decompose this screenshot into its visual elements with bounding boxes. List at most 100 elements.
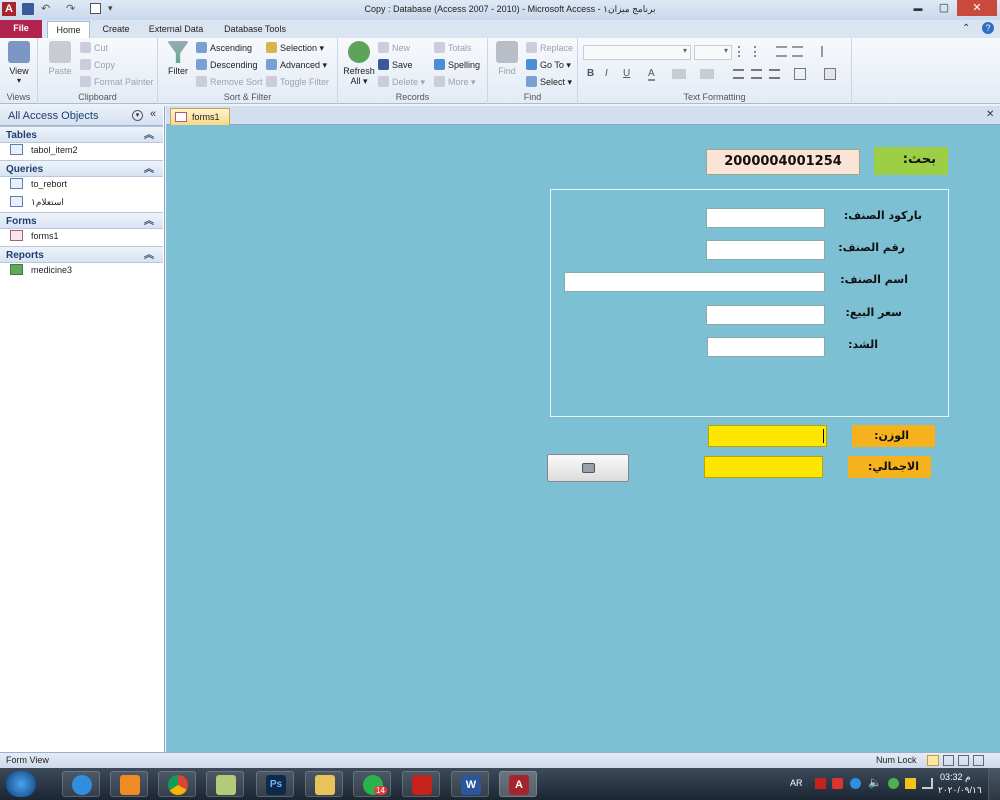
outdent-icon[interactable] <box>792 46 803 57</box>
numbering-icon[interactable] <box>754 46 765 57</box>
italic-button[interactable]: I <box>605 68 608 79</box>
go-to-button[interactable]: Go To ▾ <box>526 58 571 72</box>
form-view-icon[interactable] <box>927 755 939 766</box>
pack-field[interactable] <box>707 337 825 357</box>
minimize-button[interactable]: ▬ <box>905 0 931 16</box>
spelling-button[interactable]: Spelling <box>434 58 480 72</box>
paragraph-direction-icon[interactable] <box>812 46 823 57</box>
gridlines-icon[interactable] <box>794 68 806 80</box>
access-app-icon[interactable]: A <box>2 2 16 16</box>
toggle-filter-button[interactable]: Toggle Filter <box>266 75 329 89</box>
tray-app-icon[interactable] <box>832 778 843 789</box>
print-button[interactable] <box>547 454 629 482</box>
bullets-icon[interactable] <box>738 46 749 57</box>
font-name-select[interactable]: ▾ <box>583 45 691 60</box>
align-left-icon[interactable] <box>733 69 744 79</box>
taskbar-acrobat[interactable] <box>402 771 440 797</box>
highlight-color-icon[interactable] <box>672 69 686 79</box>
nav-item-to-rebort[interactable]: to_rebort <box>10 176 67 192</box>
descending-button[interactable]: Descending <box>196 58 258 72</box>
select-button[interactable]: Select ▾ <box>526 75 572 89</box>
total-field[interactable] <box>704 456 823 478</box>
cut-button[interactable]: Cut <box>80 41 108 55</box>
new-record-button[interactable]: New <box>378 41 410 55</box>
tray-flag-icon[interactable] <box>905 778 916 789</box>
find-button[interactable]: Find <box>492 41 522 76</box>
clock-date[interactable]: ٢٠٢٠/٠٩/١٦ <box>938 785 982 796</box>
replace-button[interactable]: Replace <box>526 41 573 55</box>
show-desktop-button[interactable] <box>988 768 1000 800</box>
nav-pane-menu-icon[interactable]: ▾ <box>132 110 143 121</box>
filter-button[interactable]: Filter <box>162 41 194 76</box>
layout-view-icon[interactable] <box>958 755 969 766</box>
design-view-icon[interactable] <box>973 755 984 766</box>
taskbar-access[interactable]: A <box>499 771 537 797</box>
weight-field[interactable] <box>708 425 827 447</box>
remove-sort-button[interactable]: Remove Sort <box>196 75 263 89</box>
tab-forms1[interactable]: forms1 <box>170 108 230 125</box>
language-indicator[interactable]: AR <box>790 778 803 788</box>
taskbar-explorer[interactable] <box>305 771 343 797</box>
quick-access-print-icon[interactable] <box>90 3 101 14</box>
barcode-field[interactable] <box>706 208 825 228</box>
quick-access-undo-icon[interactable]: ↶ <box>41 2 50 15</box>
taskbar-photoshop[interactable]: Ps <box>256 771 294 797</box>
align-center-icon[interactable] <box>751 69 762 79</box>
nav-section-tables[interactable]: Tables ︽ <box>0 126 163 143</box>
taskbar-notepad[interactable] <box>206 771 244 797</box>
help-icon[interactable]: ? <box>982 22 994 34</box>
ascending-button[interactable]: Ascending <box>196 41 252 55</box>
search-input[interactable]: 2000004001254 <box>706 149 860 175</box>
datasheet-view-icon[interactable] <box>943 755 954 766</box>
tray-update-icon[interactable] <box>888 778 899 789</box>
fill-color-icon[interactable] <box>700 69 714 79</box>
nav-section-forms[interactable]: Forms ︽ <box>0 212 163 229</box>
alternate-row-color-icon[interactable] <box>824 68 836 80</box>
nav-section-queries[interactable]: Queries ︽ <box>0 160 163 177</box>
taskbar-word[interactable]: W <box>451 771 489 797</box>
maximize-button[interactable]: ▢ <box>931 0 957 16</box>
taskbar-media-player[interactable] <box>110 771 148 797</box>
indent-icon[interactable] <box>776 46 787 57</box>
advanced-button[interactable]: Advanced ▾ <box>266 58 327 72</box>
item-number-field[interactable] <box>706 240 825 260</box>
close-document-icon[interactable]: ✕ <box>986 109 994 120</box>
paste-button[interactable]: Paste <box>44 41 76 76</box>
copy-button[interactable]: Copy <box>80 58 115 72</box>
nav-item-forms1[interactable]: forms1 <box>10 228 59 244</box>
save-record-button[interactable]: Save <box>378 58 413 72</box>
customize-quick-access-icon[interactable]: ▾ <box>108 3 113 14</box>
bold-button[interactable]: B <box>587 68 594 79</box>
close-button[interactable]: ✕ <box>957 0 997 16</box>
nav-section-reports[interactable]: Reports ︽ <box>0 246 163 263</box>
tab-file[interactable]: File <box>0 20 42 38</box>
underline-button[interactable]: U <box>623 68 630 79</box>
tab-database-tools[interactable]: Database Tools <box>218 21 292 38</box>
volume-icon[interactable]: 🔈 <box>868 776 882 789</box>
tab-home[interactable]: Home <box>47 21 90 38</box>
clock-time[interactable]: 03:32 م <box>940 772 971 783</box>
tray-signal-icon[interactable] <box>922 778 933 789</box>
tab-external-data[interactable]: External Data <box>144 21 208 38</box>
quick-access-save-icon[interactable] <box>22 3 34 15</box>
view-button[interactable]: View ▾ <box>4 41 34 85</box>
tray-network-icon[interactable] <box>850 778 861 789</box>
refresh-all-button[interactable]: Refresh All ▾ <box>342 41 376 87</box>
start-button[interactable] <box>6 771 36 797</box>
font-color-button[interactable]: A <box>648 68 655 81</box>
collapse-nav-pane-icon[interactable]: « <box>150 108 156 120</box>
more-button[interactable]: More ▾ <box>434 75 476 89</box>
nav-item-tabol-item2[interactable]: tabol_item2 <box>10 142 78 158</box>
sale-price-field[interactable] <box>706 305 825 325</box>
totals-button[interactable]: Totals <box>434 41 472 55</box>
delete-record-button[interactable]: Delete ▾ <box>378 75 425 89</box>
nav-item-medicine3[interactable]: medicine3 <box>10 262 72 278</box>
taskbar-ie[interactable] <box>62 771 100 797</box>
item-name-field[interactable] <box>564 272 825 292</box>
tab-create[interactable]: Create <box>96 21 136 38</box>
format-painter-button[interactable]: Format Painter <box>80 75 154 89</box>
selection-button[interactable]: Selection ▾ <box>266 41 324 55</box>
nav-item-query-1[interactable]: استعلام١ <box>10 194 64 210</box>
minimize-ribbon-icon[interactable]: ⌃ <box>962 23 970 34</box>
tray-acrobat-icon[interactable] <box>815 778 826 789</box>
